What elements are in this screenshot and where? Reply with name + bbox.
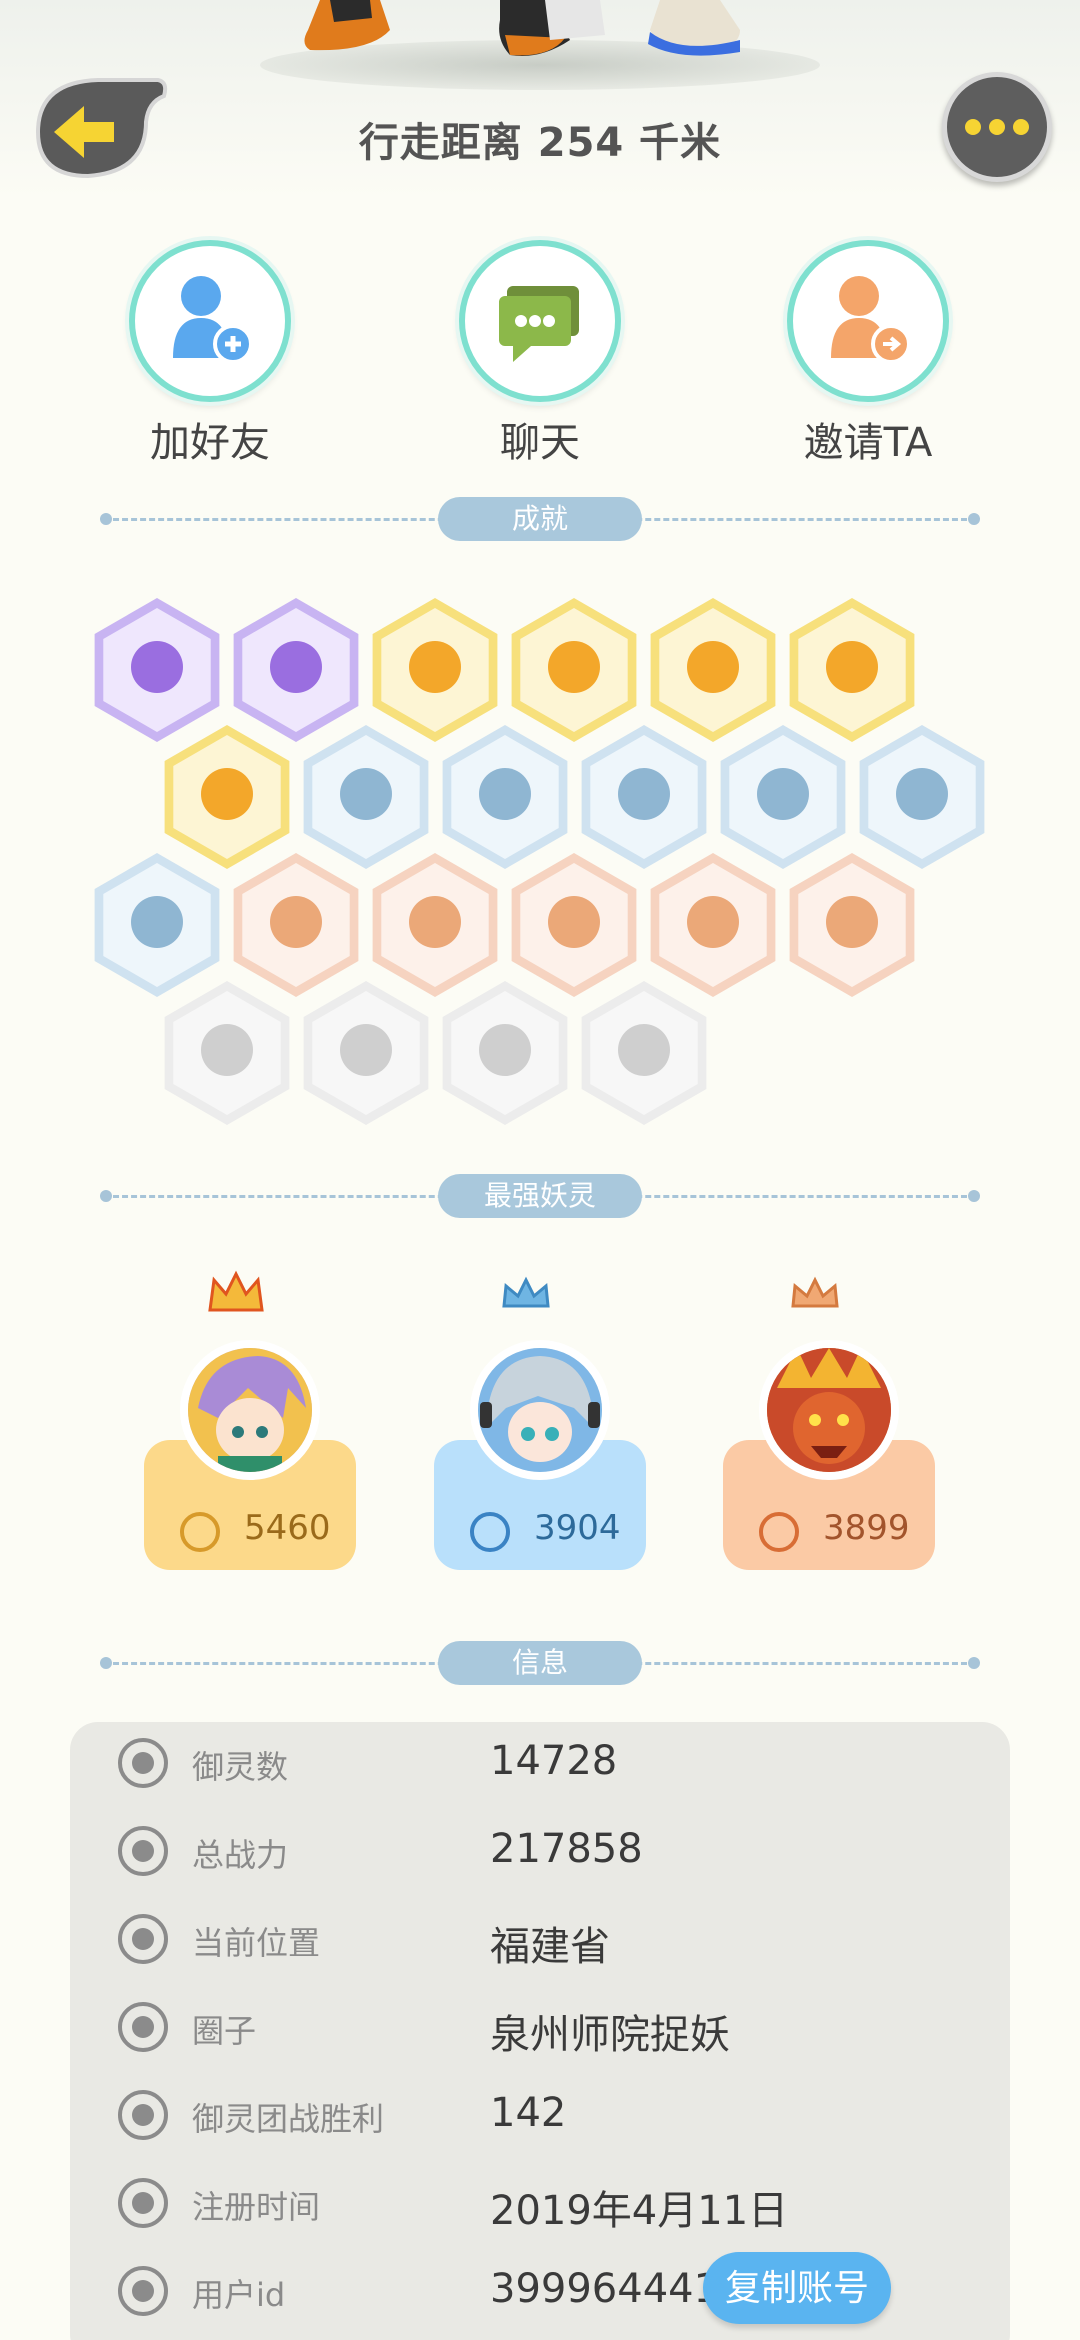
back-button[interactable] bbox=[28, 72, 168, 184]
strongest-section-title: 最强妖灵 bbox=[438, 1174, 642, 1218]
add-friend-label: 加好友 bbox=[150, 420, 270, 466]
anchor-icon bbox=[118, 2090, 168, 2140]
spirit-portrait-icon bbox=[188, 1348, 312, 1472]
invite-label: 邀请TA bbox=[803, 420, 933, 466]
achievement-badge-icon bbox=[442, 981, 568, 1125]
info-row-circle: 圈子 泉州师院捉妖 bbox=[70, 1986, 1010, 2074]
info-value: 142 bbox=[490, 2090, 567, 2136]
info-row-spirit-count: 御灵数 14728 bbox=[70, 1722, 1010, 1810]
more-dots-icon bbox=[965, 119, 981, 135]
strongest-divider: 最强妖灵 bbox=[100, 1174, 980, 1218]
location-pin-icon bbox=[118, 1914, 168, 1964]
info-label: 用户id bbox=[192, 2276, 286, 2314]
achievement-badge-icon bbox=[789, 853, 915, 997]
achievement-badge[interactable] bbox=[160, 978, 294, 1128]
invite-button[interactable]: 邀请TA bbox=[768, 240, 968, 468]
character-shoes-icon bbox=[304, 0, 740, 56]
circle-group-icon bbox=[118, 2002, 168, 2052]
info-label: 注册时间 bbox=[192, 2188, 321, 2226]
info-panel: 御灵数 14728 总战力 217858 当前位置 福建省 圈子 泉州师院捉妖 … bbox=[70, 1722, 1010, 2340]
power-icon bbox=[470, 1512, 510, 1552]
spirit-portrait-icon bbox=[478, 1348, 602, 1472]
walk-distance-title: 行走距离 254 千米 bbox=[358, 120, 722, 166]
info-label: 御灵团战胜利 bbox=[192, 2100, 385, 2138]
spirit-portrait-icon bbox=[767, 1348, 891, 1472]
spirit-power-2: 3904 bbox=[534, 1508, 621, 1548]
spirit-card-1[interactable]: 5460 bbox=[144, 1270, 356, 1570]
copy-account-button[interactable]: 复制账号 bbox=[703, 2252, 891, 2324]
info-value: 14728 bbox=[490, 1738, 618, 1784]
info-row-register-time: 注册时间 2019年4月11日 bbox=[70, 2162, 1010, 2250]
chat-button[interactable]: 聊天 bbox=[440, 240, 640, 468]
gold-crown-icon bbox=[208, 1270, 264, 1312]
spirit-avatar-3 bbox=[759, 1340, 899, 1480]
achievement-badge-icon bbox=[303, 981, 429, 1125]
achievement-badge[interactable] bbox=[785, 850, 919, 1000]
info-label: 当前位置 bbox=[192, 1924, 321, 1962]
achievement-badge[interactable] bbox=[299, 978, 433, 1128]
add-friend-button[interactable]: 加好友 bbox=[110, 240, 310, 468]
info-label: 御灵数 bbox=[192, 1748, 289, 1786]
achievement-badge-icon bbox=[581, 981, 707, 1125]
invite-icon bbox=[831, 276, 911, 364]
chat-icon bbox=[499, 286, 579, 362]
chat-label: 聊天 bbox=[500, 420, 580, 466]
achievement-badge-icon bbox=[164, 981, 290, 1125]
add-friend-icon bbox=[173, 276, 253, 364]
info-row-total-power: 总战力 217858 bbox=[70, 1810, 1010, 1898]
info-value: 泉州师院捉妖 bbox=[490, 2012, 730, 2058]
spirit-power-1: 5460 bbox=[244, 1508, 331, 1548]
blue-crown-icon bbox=[502, 1276, 550, 1308]
info-value: 福建省 bbox=[490, 1924, 610, 1970]
id-card-icon bbox=[118, 2266, 168, 2316]
info-value: 217858 bbox=[490, 1826, 643, 1872]
info-row-location: 当前位置 福建省 bbox=[70, 1898, 1010, 1986]
spirit-power-3: 3899 bbox=[823, 1508, 910, 1548]
back-arrow-icon bbox=[35, 78, 168, 179]
spirit-card-2[interactable]: 3904 bbox=[434, 1270, 646, 1570]
info-section-title: 信息 bbox=[438, 1641, 642, 1685]
power-icon bbox=[180, 1512, 220, 1552]
spirit-count-icon bbox=[118, 1738, 168, 1788]
achievements-divider: 成就 bbox=[100, 497, 980, 541]
more-options-button[interactable] bbox=[942, 72, 1052, 182]
info-row-team-wins: 御灵团战胜利 142 bbox=[70, 2074, 1010, 2162]
power-icon bbox=[759, 1512, 799, 1552]
info-label: 圈子 bbox=[192, 2012, 257, 2050]
achievements-section-title: 成就 bbox=[438, 497, 642, 541]
copper-crown-icon bbox=[791, 1276, 839, 1308]
sword-icon bbox=[118, 1826, 168, 1876]
info-divider: 信息 bbox=[100, 1641, 980, 1685]
achievement-badge[interactable] bbox=[438, 978, 572, 1128]
spirit-card-3[interactable]: 3899 bbox=[723, 1270, 935, 1570]
achievement-badge[interactable] bbox=[577, 978, 711, 1128]
clock-icon bbox=[118, 2178, 168, 2228]
spirit-avatar-1 bbox=[180, 1340, 320, 1480]
info-label: 总战力 bbox=[192, 1836, 289, 1874]
spirit-avatar-2 bbox=[470, 1340, 610, 1480]
info-value: 2019年4月11日 bbox=[490, 2188, 789, 2234]
